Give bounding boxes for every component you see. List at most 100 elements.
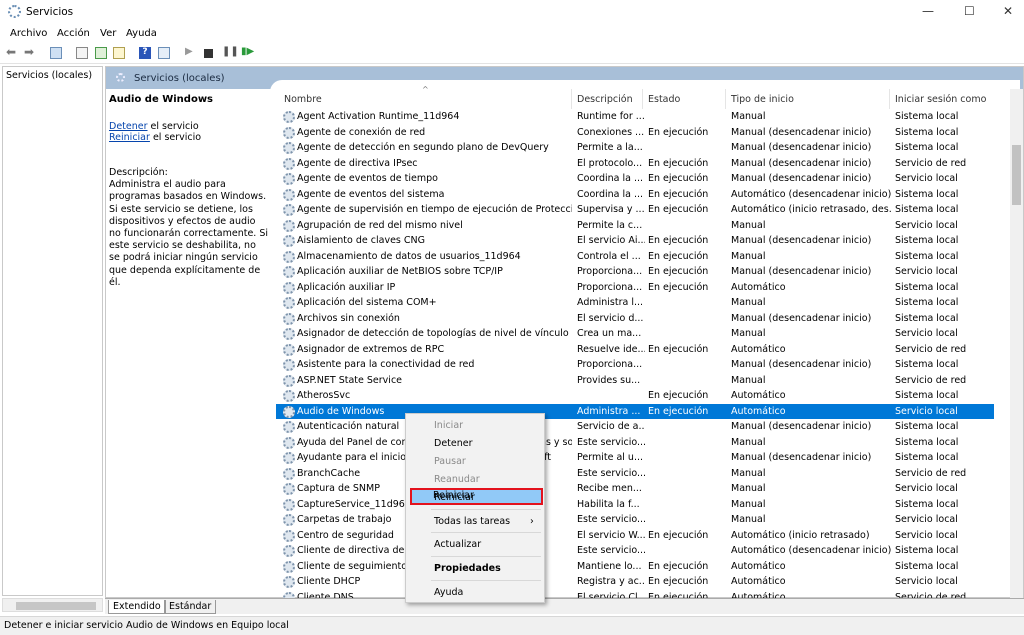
close-button[interactable]: ✕ <box>1003 4 1013 18</box>
cell-log-on-as: Sistema local <box>895 126 959 138</box>
cell-name: Archivos sin conexión <box>297 312 400 324</box>
cell-log-on-as: Sistema local <box>895 312 959 324</box>
table-row[interactable]: Audio de Windows Administra ... En ejecuci… <box>276 403 994 419</box>
table-row[interactable]: Ayudante para el inicio de sesión de cue… <box>276 450 994 466</box>
context-menu: Iniciar Detener Pausar Reanudar Reiniciar Tod… <box>405 413 545 603</box>
table-row[interactable]: BranchCache Este servicio... Manual Servici… <box>276 466 994 482</box>
cell-log-on-as: Servicio de red <box>895 157 967 169</box>
menu-accion[interactable]: Acción <box>57 28 90 39</box>
table-row[interactable]: Archivos sin conexión El servicio d... Man… <box>276 311 994 327</box>
table-row[interactable]: Cliente DNS El servicio Cl... En ejecución… <box>276 590 994 598</box>
cell-startup-type: Manual <box>731 111 766 122</box>
table-row[interactable]: Agente de conexión de red Conexiones ... E… <box>276 125 994 141</box>
service-gear-icon <box>283 173 295 185</box>
tab-estandar[interactable]: Estándar <box>164 600 217 614</box>
cell-description: Mantiene lo... <box>577 560 642 572</box>
view-tabs <box>105 598 1024 614</box>
service-gear-icon <box>283 312 295 325</box>
service-gear-icon <box>283 111 295 123</box>
restart-service-link[interactable]: Reiniciar <box>109 132 150 143</box>
service-gear-icon <box>283 452 295 464</box>
back-icon[interactable]: ⬅ <box>6 45 18 59</box>
service-gear-icon <box>283 250 295 263</box>
table-row[interactable]: CaptureService_11d964 Habilita la f... Man… <box>276 497 994 513</box>
table-row[interactable]: Carpetas de trabajo Este servicio... Manua… <box>276 512 994 528</box>
cell-log-on-as: Sistema local <box>895 297 959 308</box>
menu-ver[interactable]: Ver <box>100 28 116 39</box>
cell-log-on-as: Sistema local <box>895 560 959 572</box>
menu-archivo[interactable]: Archivo <box>10 28 47 39</box>
table-row[interactable]: Autenticación natural Servicio de a... Man… <box>276 419 994 435</box>
table-row[interactable]: Aplicación auxiliar IP Proporciona... En e… <box>276 280 994 296</box>
menu-item-propiedades[interactable]: Propiedades <box>434 563 501 574</box>
table-row[interactable]: Agente de supervisión en tiempo de ejecu… <box>276 202 994 218</box>
refresh-icon[interactable] <box>95 47 107 59</box>
column-divider[interactable] <box>725 89 726 109</box>
table-row[interactable]: Captura de SNMP Recibe men... Manual Servic… <box>276 481 994 497</box>
table-row[interactable]: Agente de eventos de tiempo Coordina la .… <box>276 171 994 187</box>
cell-description: Proporciona... <box>577 266 643 277</box>
cell-startup-type: Manual <box>731 467 766 479</box>
menu-item-ayuda[interactable]: Ayuda <box>434 587 463 598</box>
table-row[interactable]: Ayuda del Panel de control de informes d… <box>276 435 994 451</box>
table-row[interactable]: Cliente DHCP Registra y ac... En ejecución… <box>276 574 994 590</box>
table-row[interactable]: Cliente de seguimiento de vínculos distr… <box>276 559 994 575</box>
column-divider[interactable] <box>642 89 643 109</box>
cell-startup-type: Manual <box>731 374 766 386</box>
restart-link-suffix: el servicio <box>149 132 202 143</box>
column-header-name[interactable]: Nombre <box>284 94 322 105</box>
menu-item-actualizar[interactable]: Actualizar <box>434 539 481 550</box>
list-area-edge <box>270 80 1020 92</box>
export-icon[interactable] <box>113 47 125 59</box>
column-header-description[interactable]: Descripción <box>577 94 633 105</box>
menu-ayuda[interactable]: Ayuda <box>126 28 157 39</box>
menu-item-reiniciar[interactable]: Reiniciar <box>434 492 475 503</box>
table-row[interactable]: Aislamiento de claves CNG El servicio Ai.… <box>276 233 994 249</box>
table-row[interactable]: Agente de directiva IPsec El protocolo...… <box>276 156 994 172</box>
column-header-startup-type[interactable]: Tipo de inicio <box>731 94 794 105</box>
table-row[interactable]: Asignador de extremos de RPC Resuelve ide… <box>276 342 994 358</box>
column-divider[interactable] <box>889 89 890 109</box>
menu-item-detener[interactable]: Detener <box>434 438 473 449</box>
cell-log-on-as: Sistema local <box>895 188 959 200</box>
table-row[interactable]: Agente de eventos del sistema Coordina la… <box>276 187 994 203</box>
tree-scroll-thumb[interactable] <box>16 602 96 610</box>
tab-extendido[interactable]: Extendido <box>108 600 166 614</box>
table-row[interactable]: Centro de seguridad El servicio W... En ej… <box>276 528 994 544</box>
table-row[interactable]: Aplicación del sistema COM+ Administra l.… <box>276 295 994 311</box>
pause-icon[interactable]: ❚❚ <box>222 46 239 58</box>
properties-icon[interactable] <box>76 47 88 59</box>
menu-item-todas-las-tareas[interactable]: Todas las tareas <box>434 516 510 527</box>
status-text: Detener e iniciar servicio Audio de Wind… <box>4 620 289 631</box>
stop-service-link[interactable]: Detener <box>109 121 148 132</box>
view-icon[interactable] <box>158 47 170 59</box>
restart-icon[interactable]: ▮▶ <box>241 46 254 58</box>
minimize-button[interactable]: — <box>922 4 934 18</box>
table-row[interactable]: Aplicación auxiliar de NetBIOS sobre TCP… <box>276 264 994 280</box>
stop-icon[interactable] <box>204 49 213 58</box>
tree-node-services-local[interactable]: Servicios (locales) <box>6 70 92 81</box>
column-header-status[interactable]: Estado <box>648 94 680 105</box>
table-row[interactable]: AtherosSvc En ejecución Automático Sistema … <box>276 388 994 404</box>
cell-status: En ejecución <box>648 204 709 215</box>
table-row[interactable]: Agente de detección en segundo plano de … <box>276 140 994 156</box>
table-row[interactable]: Asignador de detección de topologías de … <box>276 326 994 342</box>
console-tree-icon[interactable] <box>50 47 62 59</box>
cell-description: Crea un ma... <box>577 328 642 339</box>
cell-name: Agente de detección en segundo plano de … <box>297 142 549 153</box>
service-gear-icon <box>283 157 295 170</box>
column-header-log-on-as[interactable]: Iniciar sesión como <box>895 94 986 105</box>
table-row[interactable]: ASP.NET State Service Provides su... Manua… <box>276 373 994 389</box>
table-row[interactable]: Asistente para la conectividad de red Pro… <box>276 357 994 373</box>
column-divider[interactable] <box>571 89 572 109</box>
service-gear-icon <box>283 188 295 201</box>
table-row[interactable]: Agent Activation Runtime_11d964 Runtime f… <box>276 109 994 125</box>
table-row[interactable]: Almacenamiento de datos de usuarios_11d9… <box>276 249 994 265</box>
vertical-scroll-thumb[interactable] <box>1012 145 1021 205</box>
forward-icon[interactable]: ➡ <box>24 45 36 59</box>
start-icon[interactable]: ▶ <box>185 46 197 58</box>
help-icon[interactable]: ? <box>139 47 151 59</box>
maximize-button[interactable]: ☐ <box>964 4 975 18</box>
table-row[interactable]: Cliente de directiva de grupo Este servic… <box>276 543 994 559</box>
table-row[interactable]: Agrupación de red del mismo nivel Permite… <box>276 218 994 234</box>
